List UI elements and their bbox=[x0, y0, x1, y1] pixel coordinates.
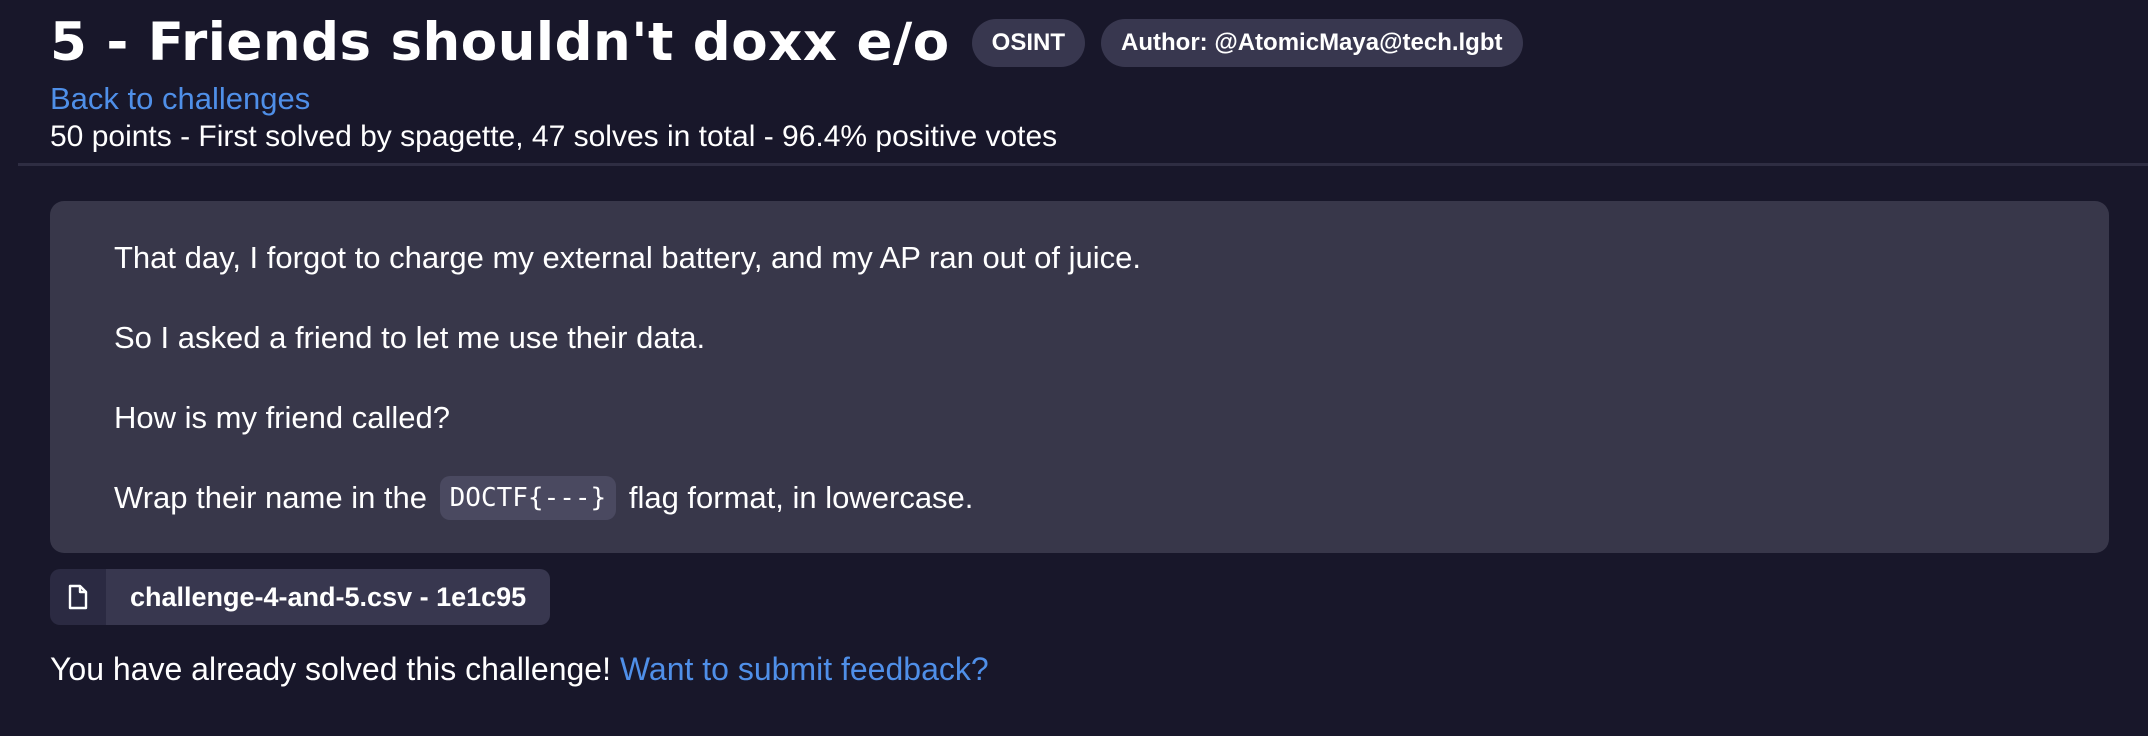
flag-format-suffix: flag format, in lowercase. bbox=[628, 480, 974, 515]
back-to-challenges-link[interactable]: Back to challenges bbox=[50, 80, 310, 118]
category-badge: OSINT bbox=[971, 19, 1086, 67]
title-row: 5 - Friends shouldn't doxx e/o OSINT Aut… bbox=[50, 6, 2128, 80]
description-line: So I asked a friend to let me use their … bbox=[114, 320, 706, 355]
file-icon bbox=[68, 584, 88, 610]
author-badge: Author: @AtomicMaya@tech.lgbt bbox=[1101, 19, 1523, 67]
description-line: Wrap their name in the DOCTF{---} flag f… bbox=[114, 471, 2109, 525]
challenge-header: 5 - Friends shouldn't doxx e/o OSINT Aut… bbox=[50, 6, 2128, 156]
flag-format-prefix: Wrap their name in the bbox=[114, 480, 428, 515]
description-line: How is my friend called? bbox=[114, 400, 450, 435]
page-title: 5 - Friends shouldn't doxx e/o bbox=[50, 12, 950, 73]
description-line: That day, I forgot to charge my external… bbox=[114, 240, 1141, 275]
submit-feedback-link[interactable]: Want to submit feedback? bbox=[620, 651, 989, 687]
solved-text: You have already solved this challenge! bbox=[50, 651, 611, 687]
challenge-meta: 50 points - First solved by spagette, 47… bbox=[50, 120, 1058, 153]
flag-format-code: DOCTF{---} bbox=[439, 475, 617, 520]
solved-status: You have already solved this challenge! … bbox=[50, 646, 989, 692]
header-divider bbox=[18, 163, 2148, 166]
file-icon-container bbox=[50, 569, 106, 625]
attachment-label: challenge-4-and-5.csv - 1e1c95 bbox=[106, 569, 551, 625]
attachment-download-button[interactable]: challenge-4-and-5.csv - 1e1c95 bbox=[50, 569, 551, 625]
challenge-description: That day, I forgot to charge my external… bbox=[50, 201, 2109, 553]
